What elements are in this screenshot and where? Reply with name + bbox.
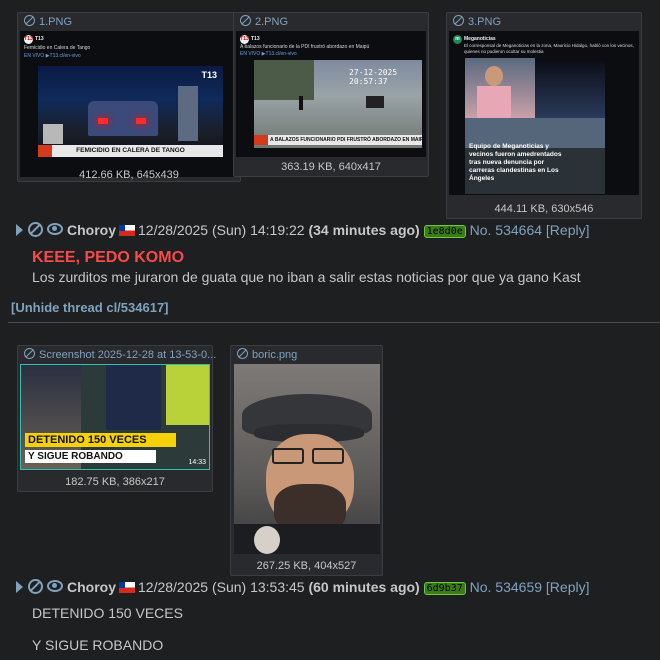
file-size-1: 412.66 KB, 645x439 xyxy=(79,169,179,181)
t13-avatar: T13 xyxy=(24,35,33,44)
poster-name: Choroy xyxy=(67,579,116,595)
image-thumbnail-4[interactable]: DETENIDO 150 VECES Y SIGUE ROBANDO 14:33 xyxy=(20,364,210,470)
post-number[interactable]: No. 534664 xyxy=(470,222,542,238)
meganoticias-avatar: m xyxy=(453,35,462,44)
file-card-2: 2.PNG T13 T13 A balazos funcionario de l… xyxy=(233,12,429,177)
chile-flag-icon xyxy=(119,225,135,236)
file-link-4[interactable]: Screenshot 2025-12-28 at 13-53-0... xyxy=(24,348,216,361)
file-card-3: 3.PNG m Meganoticias El corresponsal de … xyxy=(446,12,642,219)
hide-icon[interactable] xyxy=(28,222,43,237)
post-datetime: 12/28/2025 (Sun) 13:53:45 xyxy=(138,579,305,595)
file-card-5: boric.png 267.25 KB, 404x527 xyxy=(230,345,383,576)
image-thumbnail-2[interactable]: T13 T13 A balazos funcionario de la PDI … xyxy=(236,31,426,157)
image-thumbnail-5[interactable] xyxy=(234,364,380,554)
reply-link[interactable]: [Reply] xyxy=(546,579,590,595)
expand-arrow-icon[interactable] xyxy=(16,581,23,593)
reply-link[interactable]: [Reply] xyxy=(546,222,590,238)
file-link-3[interactable]: 3.PNG xyxy=(453,15,501,28)
poster-id[interactable]: 1e8d0e xyxy=(423,225,466,238)
post-header-534659: Choroy 12/28/2025 (Sun) 13:53:45 (60 minu… xyxy=(16,579,590,597)
post-message-line-2: Y SIGUE ROBANDO xyxy=(32,637,164,653)
poster-name: Choroy xyxy=(67,222,116,238)
post-message: Los zurditos me juraron de guata que no … xyxy=(32,269,581,285)
unlink-icon xyxy=(453,15,464,26)
divider xyxy=(8,322,660,323)
expand-arrow-icon[interactable] xyxy=(16,224,23,236)
file-size-3: 444.11 KB, 630x546 xyxy=(494,203,594,215)
file-link-5[interactable]: boric.png xyxy=(237,348,297,361)
post-message-line-1: DETENIDO 150 VECES xyxy=(32,605,183,621)
hide-icon[interactable] xyxy=(28,579,43,594)
file-size-2: 363.19 KB, 640x417 xyxy=(281,161,381,173)
poster-id[interactable]: 6d9b37 xyxy=(423,582,466,595)
post-age: (34 minutes ago) xyxy=(308,222,420,238)
file-size-5: 267.25 KB, 404x527 xyxy=(256,560,357,572)
file-link-1[interactable]: 1.PNG xyxy=(24,15,72,28)
file-card-4: Screenshot 2025-12-28 at 13-53-0... DETE… xyxy=(17,345,216,492)
watch-eye-icon[interactable] xyxy=(47,223,63,235)
unlink-icon xyxy=(240,15,251,26)
image-thumbnail-1[interactable]: T13 T13 Femicidio en Calera de Tango EN … xyxy=(20,31,238,177)
cctv-scene: 27-12-2025 20:57:37 A BALAZOS FUNCIONARI… xyxy=(254,60,422,148)
file-link-2[interactable]: 2.PNG xyxy=(240,15,288,28)
post-subject: KEEE, PEDO KOMO xyxy=(32,249,185,266)
t13-avatar: T13 xyxy=(240,35,249,44)
news-photos: Equipo de Meganoticias y vecinos fueron … xyxy=(465,58,605,194)
post-age: (60 minutes ago) xyxy=(308,579,420,595)
image-thumbnail-3[interactable]: m Meganoticias El corresponsal de Megano… xyxy=(449,31,639,195)
post-datetime: 12/28/2025 (Sun) 14:19:22 xyxy=(138,222,305,238)
post-number[interactable]: No. 534659 xyxy=(470,579,542,595)
unhide-thread-link[interactable]: [Unhide thread cl/534617] xyxy=(11,300,169,315)
unlink-icon xyxy=(24,348,35,359)
watch-eye-icon[interactable] xyxy=(47,580,63,592)
file-card-1: 1.PNG T13 T13 Femicidio en Calera de Tan… xyxy=(17,12,241,182)
night-scene: T13 FEMICIDIO EN CALERA DE TANGO xyxy=(38,66,223,161)
file-size-4: 182.75 KB, 386x217 xyxy=(65,476,165,488)
unlink-icon xyxy=(24,15,35,26)
chile-flag-icon xyxy=(119,582,135,593)
unlink-icon xyxy=(237,348,248,359)
post-header-534664: Choroy 12/28/2025 (Sun) 14:19:22 (34 minu… xyxy=(16,222,590,240)
